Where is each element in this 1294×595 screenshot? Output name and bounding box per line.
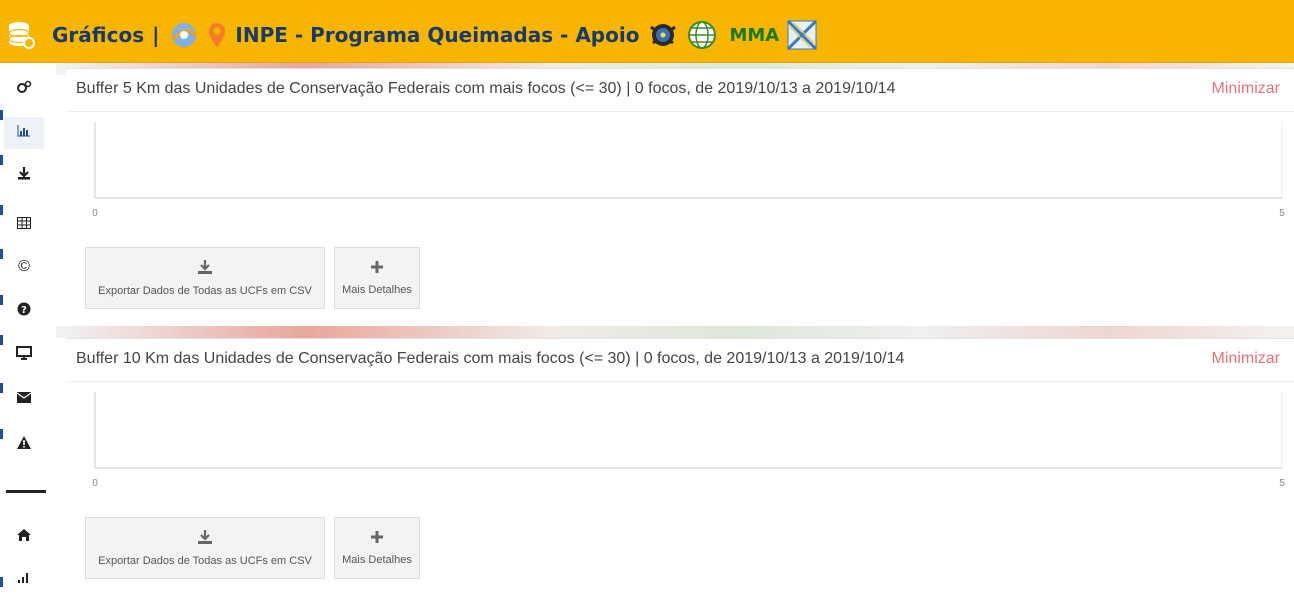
mma-logo-icon [787,20,818,50]
signal-icon [17,570,31,589]
svg-text:?: ? [21,305,27,316]
settings-cogs-icon [16,80,32,99]
chart-area: 0 5 [92,122,1285,219]
x-tick-label: 5 [1279,208,1285,219]
sidebar-signal-button[interactable] [8,563,40,595]
sidebar-divider [6,490,46,493]
panel-title: Buffer 5 Km das Unidades de Conservação … [76,80,896,97]
chart-area: 0 5 [92,392,1285,489]
monitor-icon [16,345,32,365]
sidebar-monitor-button[interactable] [8,339,40,371]
sidebar-marker [0,383,3,393]
mma-label: MMA [729,24,780,46]
x-tick-label: 5 [1279,478,1285,489]
export-csv-label: Exportar Dados de Todas as UCFs em CSV [98,555,312,567]
copyright-icon: © [18,258,30,275]
sidebar-copyright-button[interactable]: © [8,251,40,283]
map-pin-icon [207,21,227,49]
more-details-label: Mais Detalhes [342,554,412,566]
plus-icon [370,260,384,279]
chart-panel-buffer-5km: Buffer 5 Km das Unidades de Conservação … [66,68,1294,326]
header-title: Gráficos | INPE - Programa Queimadas - A… [52,20,825,50]
bar-chart-icon [17,124,31,142]
sidebar-help-button[interactable]: ? [8,295,40,327]
sidebar-marker [0,295,3,305]
header-graficos-label: Gráficos [52,23,145,47]
more-details-label: Mais Detalhes [342,284,412,296]
x-tick-label: 0 [92,478,98,489]
sidebar-charts-button[interactable] [4,117,44,149]
download-icon [17,166,31,185]
minimize-link[interactable]: Minimizar [1212,350,1280,368]
header-program-name: INPE - Programa Queimadas - Apoio [235,23,640,47]
help-circle-icon: ? [17,302,31,321]
sidebar-marker [0,155,3,165]
export-csv-label: Exportar Dados de Todas as UCFs em CSV [98,285,312,297]
coat-of-arms-icon [647,21,679,49]
sidebar-marker [0,110,3,120]
table-icon [17,216,31,234]
home-icon [16,528,32,547]
sidebar-marker [0,577,3,587]
more-details-button[interactable]: Mais Detalhes [334,517,420,579]
download-icon [197,259,213,280]
more-details-button[interactable]: Mais Detalhes [334,247,420,309]
plus-icon [370,530,384,549]
x-tick-label: 0 [92,208,98,219]
app-header: Gráficos | INPE - Programa Queimadas - A… [0,0,1294,63]
sidebar-email-button[interactable] [8,383,40,415]
download-icon [197,529,213,550]
inpe-logo-icon [169,21,199,49]
sidebar-alert-button[interactable] [8,429,40,461]
background-band [56,326,1294,338]
sidebar-download-button[interactable] [8,159,40,191]
database-icon[interactable] [6,20,36,50]
header-separator: | [152,23,160,47]
sidebar-table-button[interactable] [8,209,40,241]
sidebar-marker [0,429,3,439]
panel-title: Buffer 10 Km das Unidades de Conservação… [76,350,905,367]
world-globe-icon [687,20,717,50]
export-csv-button[interactable]: Exportar Dados de Todas as UCFs em CSV [85,247,325,309]
chart-panel-buffer-10km: Buffer 10 Km das Unidades de Conservação… [66,338,1294,588]
sidebar-marker [0,335,3,345]
sidebar-marker [0,205,3,215]
export-csv-button[interactable]: Exportar Dados de Todas as UCFs em CSV [85,517,325,579]
sidebar-settings-button[interactable] [8,73,40,105]
sidebar: © ? [0,63,48,588]
warning-icon [17,436,31,454]
sidebar-marker [0,249,3,259]
envelope-icon [16,390,32,408]
minimize-link[interactable]: Minimizar [1212,80,1280,98]
sidebar-home-button[interactable] [8,521,40,553]
